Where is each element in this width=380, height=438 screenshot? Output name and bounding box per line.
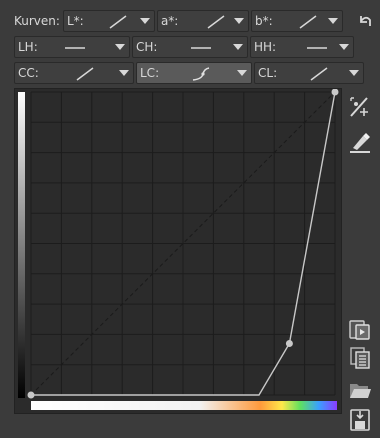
curve-ch-button[interactable]: CH: [132, 36, 248, 58]
grid [30, 91, 336, 396]
copy-icon[interactable] [347, 346, 373, 370]
curve-control-point[interactable] [27, 391, 35, 399]
curve-edit-icon[interactable] [347, 94, 373, 118]
chevron-down-icon [139, 18, 150, 24]
save-icon[interactable] [347, 408, 373, 432]
folder-open-icon[interactable] [347, 378, 373, 402]
flat-curve-icon [191, 47, 211, 49]
kurven-label: Kurven: [14, 14, 60, 28]
curve-cc-label: CC: [18, 66, 39, 80]
curves-row-2: LH: CH: HH: [14, 36, 356, 58]
flat-curve-icon [307, 47, 327, 49]
curve-l-button[interactable]: L*: [62, 10, 155, 32]
curves-row-1: Kurven: L*: a*: b*: [14, 10, 345, 32]
diagonal-curve-icon [207, 15, 225, 29]
chevron-down-icon [237, 70, 247, 76]
flat-curve-icon [65, 47, 85, 49]
curve-cc-button[interactable]: CC: [14, 62, 134, 84]
diagonal-curve-icon [76, 67, 94, 81]
curve-editor[interactable] [14, 88, 342, 414]
curve-lh-label: LH: [18, 40, 38, 54]
undo-icon[interactable] [356, 12, 374, 30]
chevron-down-icon [233, 18, 244, 24]
chevron-down-icon [115, 44, 125, 50]
diagonal-curve-icon [299, 15, 317, 29]
curve-ch-label: CH: [136, 40, 158, 54]
curve-l-label: L*: [66, 14, 84, 28]
curve-b-label: b*: [254, 14, 273, 28]
curve-cl-button[interactable]: CL: [254, 62, 364, 84]
curve-a-button[interactable]: a*: [156, 10, 249, 32]
curve-lc-label: LC: [140, 66, 160, 80]
chevron-down-icon [327, 18, 338, 24]
eyedropper-icon[interactable] [347, 130, 373, 154]
curve-hh-button[interactable]: HH: [250, 36, 354, 58]
curve-lc-button[interactable]: LC: [136, 62, 252, 84]
diagonal-curve-icon [109, 15, 127, 29]
vertical-gradient-bar [18, 92, 25, 398]
curve-a-label: a*: [160, 14, 179, 28]
curve-control-point[interactable] [331, 89, 339, 96]
curve-b-button[interactable]: b*: [250, 10, 343, 32]
curve-hh-label: HH: [254, 40, 277, 54]
horizontal-gradient-bar [31, 401, 337, 410]
paste-icon[interactable] [347, 318, 373, 342]
curve-control-point[interactable] [285, 339, 293, 347]
curve-cl-label: CL: [258, 66, 278, 80]
curve-lh-button[interactable]: LH: [14, 36, 130, 58]
chevron-down-icon [349, 70, 359, 76]
chevron-down-icon [119, 70, 129, 76]
chevron-down-icon [233, 44, 243, 50]
diagonal-curve-icon [310, 67, 328, 81]
curve-graph[interactable] [15, 89, 341, 413]
custom-curve-icon [192, 67, 210, 81]
curves-row-3: CC: LC: CL: [14, 62, 366, 84]
chevron-down-icon [339, 44, 349, 50]
